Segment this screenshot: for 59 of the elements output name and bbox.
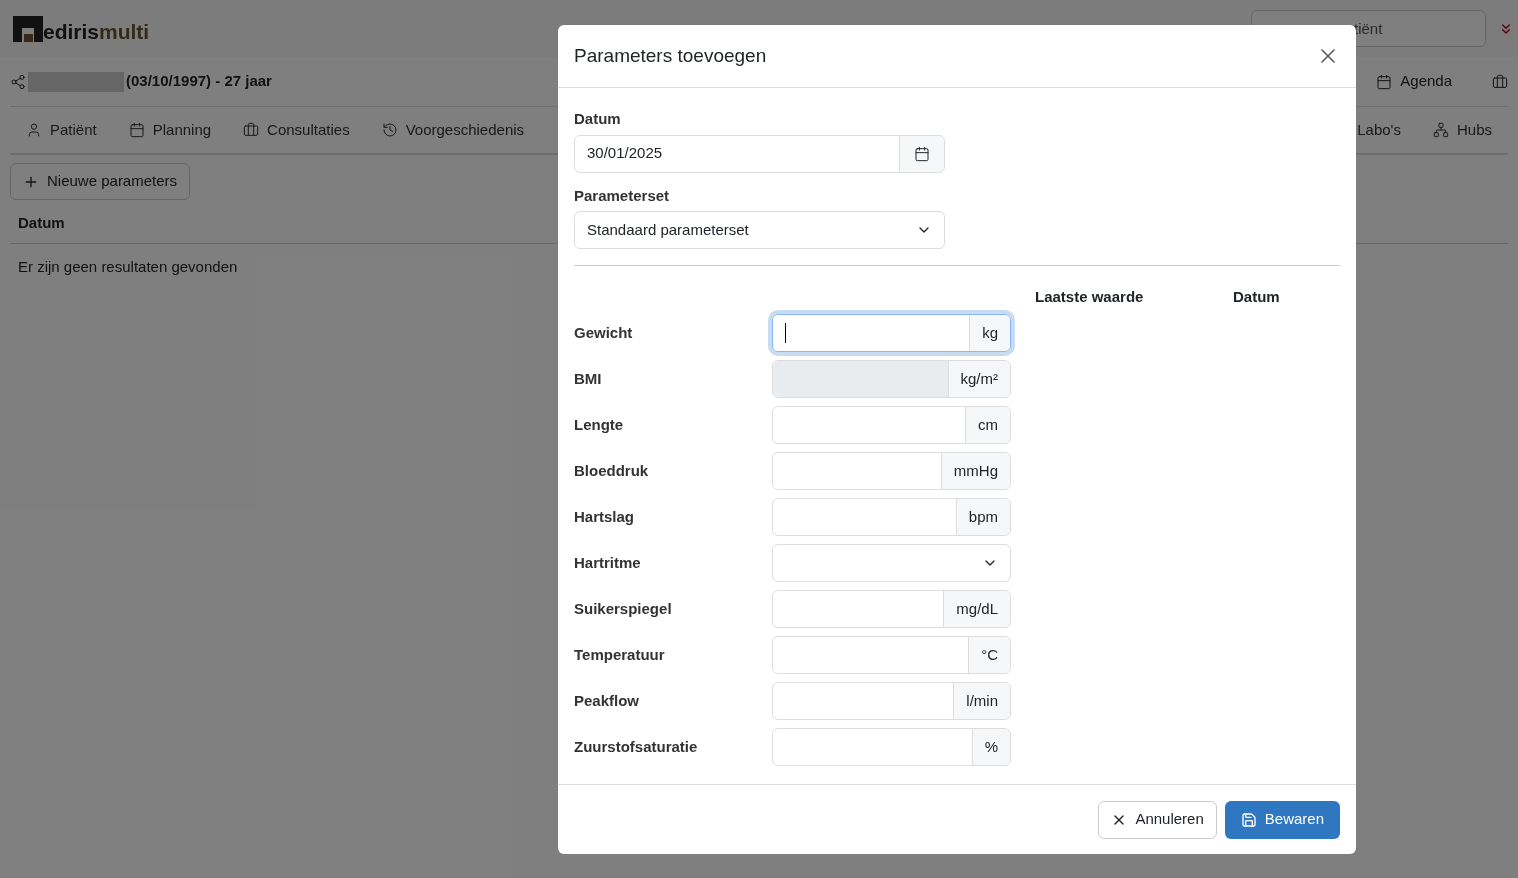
share-icon[interactable] [10, 73, 26, 90]
parameter-label: Hartritme [574, 552, 642, 573]
parameter-field[interactable]: mg/dL [772, 590, 1011, 628]
tab[interactable]: Hubs [1416, 107, 1508, 153]
parameter-label: Hartslag [574, 506, 636, 527]
parameter-label: Peakflow [574, 690, 641, 711]
save-icon [1240, 811, 1257, 828]
tab[interactable]: Planning [112, 107, 228, 153]
calendar-icon [128, 122, 145, 138]
unit-label: % [971, 729, 1010, 765]
parameter-field[interactable]: mmHg [772, 452, 1011, 490]
column-header: Datum [18, 213, 65, 234]
empty-message: Er zijn geen resultaten gevonden [17, 257, 239, 277]
logo: edirismulti [13, 15, 150, 42]
date-input[interactable]: 30/01/2025 [575, 135, 899, 172]
briefcase-icon[interactable] [1492, 73, 1508, 90]
tab[interactable]: Patiënt [10, 107, 113, 153]
unit-label: l/min [953, 683, 1010, 719]
unit-label: mg/dL [943, 591, 1010, 627]
unit-label: kg [969, 315, 1010, 351]
unit-label: °C [968, 637, 1010, 673]
briefcase-icon [243, 122, 260, 138]
parameter-field[interactable]: % [772, 728, 1011, 766]
parameter-label: Gewicht [574, 322, 634, 343]
tab[interactable]: Labo's [1341, 107, 1417, 153]
parameter-label: Zuurstofsaturatie [574, 736, 699, 757]
parameter-field[interactable]: bpm [772, 498, 1011, 536]
calendar-icon [1376, 73, 1393, 90]
tab[interactable]: Consultaties [227, 107, 366, 153]
column-header: Datum [1233, 287, 1280, 306]
cancel-button[interactable]: Annuleren [1098, 800, 1217, 839]
user-icon [26, 122, 42, 138]
tab[interactable]: Voorgeschiedenis [365, 107, 541, 153]
patient-info: (03/10/1997) - 27 jaar [126, 71, 272, 92]
parameter-label: Lengte [574, 414, 625, 435]
parameter-field[interactable]: l/min [772, 682, 1011, 720]
toolbar-button[interactable]: Agenda [1376, 70, 1452, 93]
date-field[interactable]: 30/01/2025 [574, 134, 945, 173]
calendar-icon[interactable] [914, 145, 930, 162]
unit-label: cm [965, 407, 1010, 443]
logo-icon [13, 15, 43, 42]
parameter-label: Bloeddruk [574, 460, 650, 481]
parameter-label: Suikerspiegel [574, 598, 673, 619]
unit-label: bpm [955, 499, 1010, 535]
unit-label: kg/m² [947, 361, 1010, 397]
network-icon [1432, 122, 1449, 138]
parameter-label: BMI [574, 368, 603, 389]
parameter-field[interactable]: cm [772, 406, 1011, 444]
parameter-set-select[interactable]: Standaard parameterset [574, 211, 945, 249]
field-label: Datum [574, 109, 622, 129]
dialog-title: Parameters toevoegen [574, 43, 767, 68]
unit-label: mmHg [940, 453, 1010, 489]
new-parameters-button[interactable]: Nieuwe parameters [10, 163, 191, 200]
parameter-label: Temperatuur [574, 644, 666, 665]
column-header: Laatste waarde [1035, 287, 1145, 306]
save-button[interactable]: Bewaren [1224, 800, 1340, 839]
field-label: Parameterset [574, 185, 671, 206]
parameter-field[interactable]: °C [772, 636, 1011, 674]
history-icon [381, 122, 398, 138]
